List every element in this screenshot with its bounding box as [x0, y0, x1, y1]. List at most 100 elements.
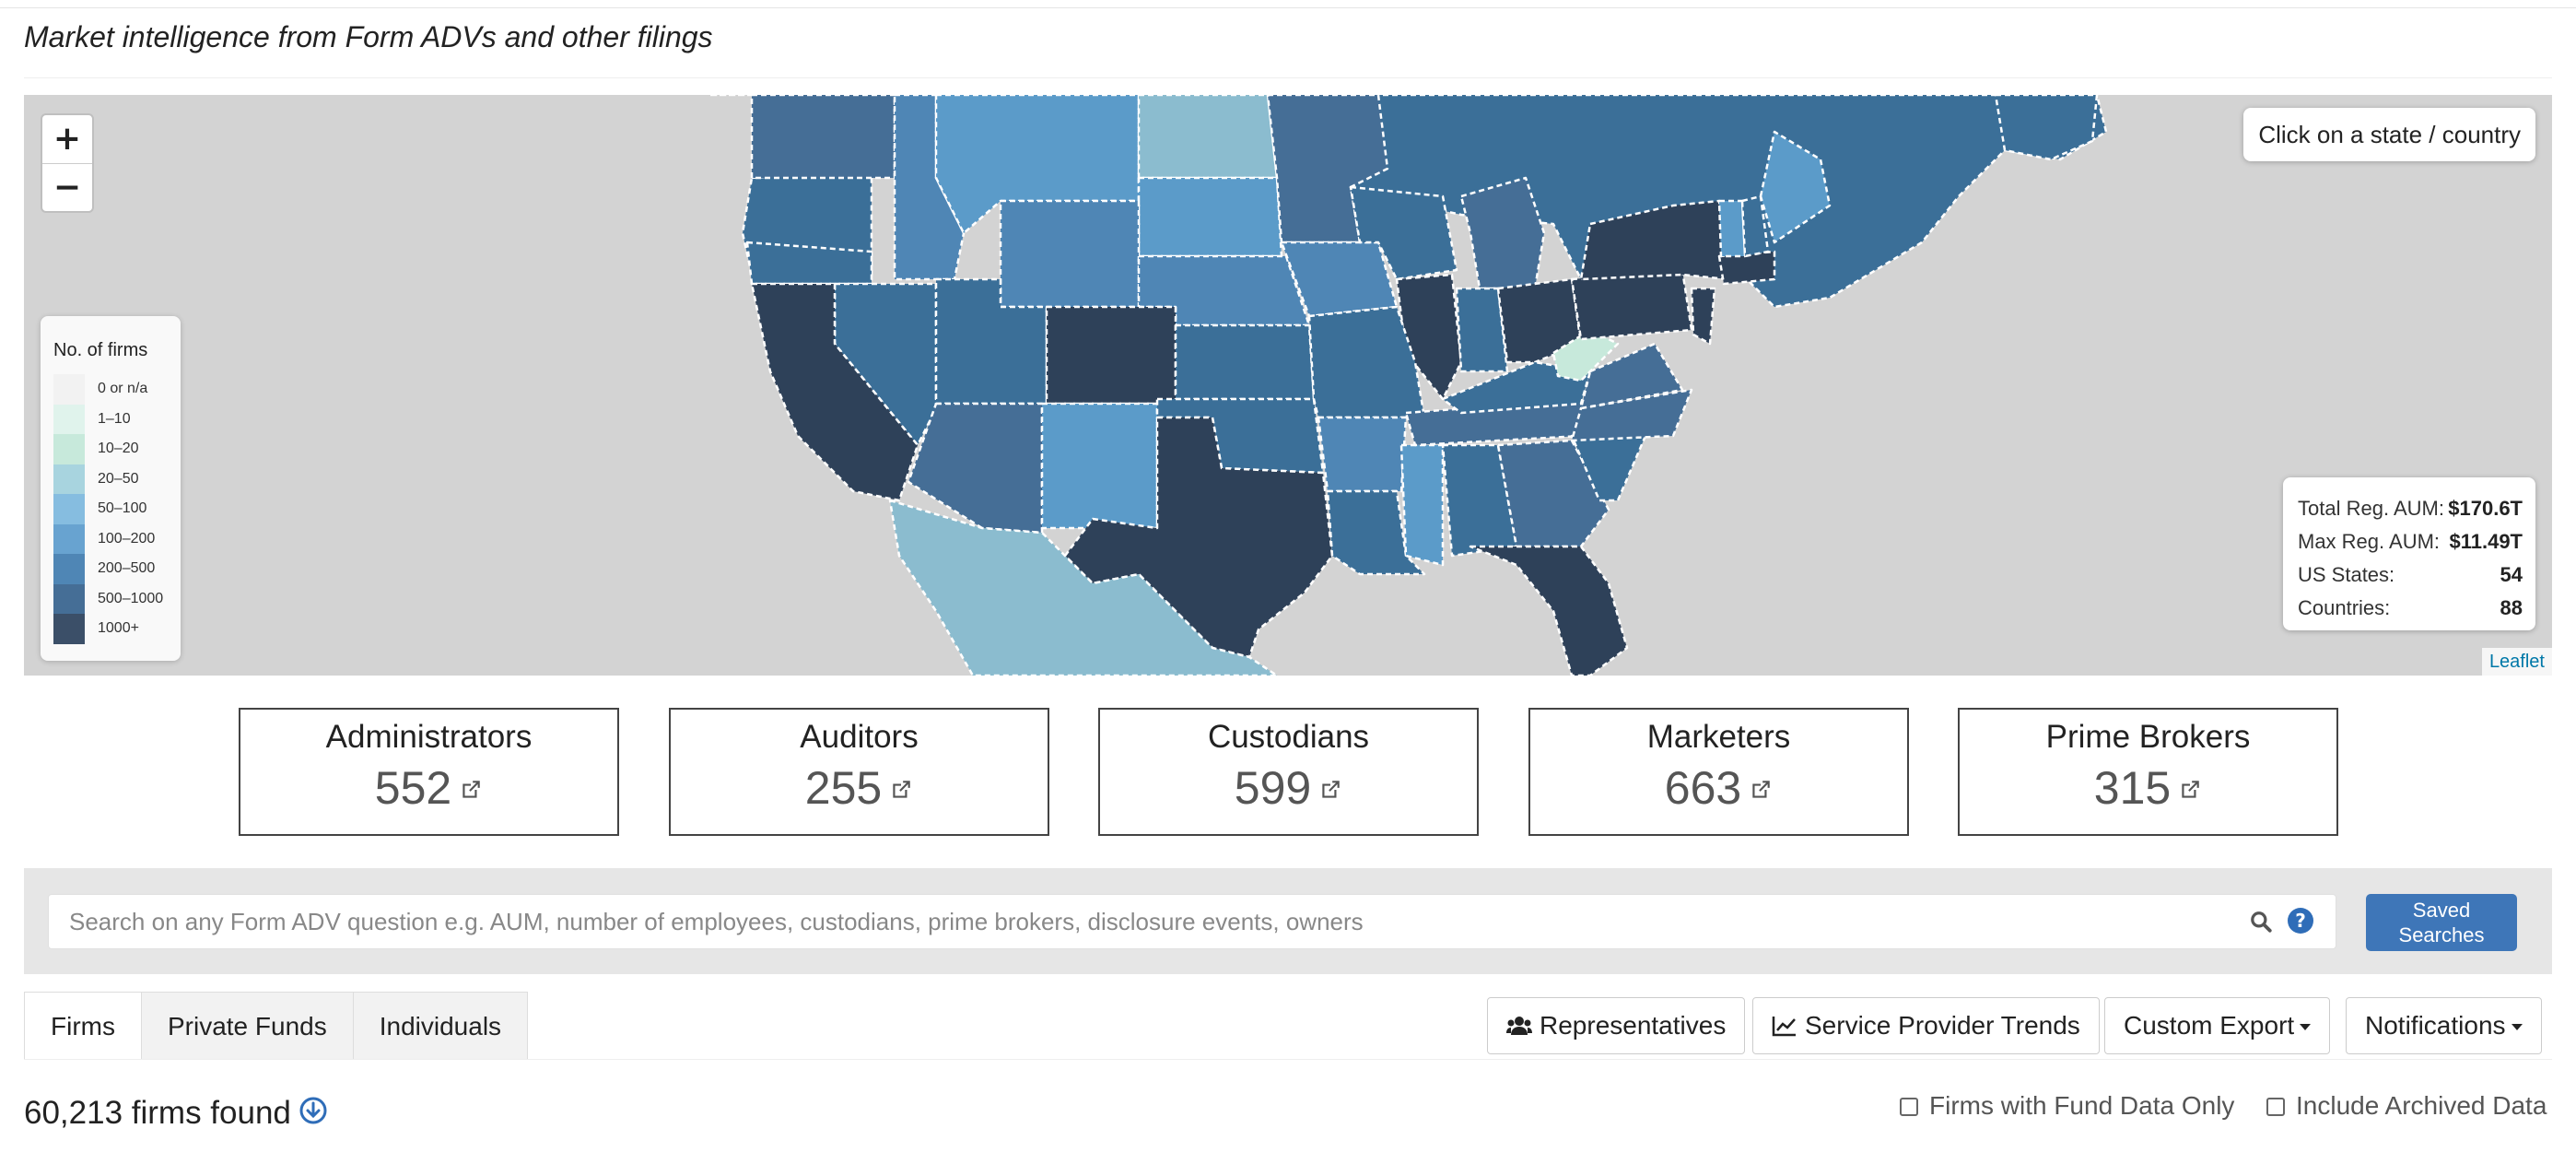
external-link-icon[interactable]: [2178, 778, 2202, 802]
search-icon[interactable]: [2249, 910, 2273, 934]
card-title: Administrators: [325, 719, 533, 755]
card-auditors[interactable]: Auditors 255: [669, 708, 1049, 836]
map-geography: [708, 95, 2108, 676]
tab-divider: [24, 1059, 2552, 1060]
card-administrators[interactable]: Administrators 552: [239, 708, 619, 836]
state-north-dakota[interactable]: [1137, 95, 1279, 180]
tab-firms[interactable]: Firms: [24, 992, 142, 1060]
legend-swatch: [53, 583, 85, 614]
leaflet-attribution-link[interactable]: Leaflet: [2481, 648, 2552, 676]
notifications-dropdown[interactable]: Notifications: [2346, 997, 2542, 1054]
stat-row: Total Reg. AUM: $170.6T: [2298, 492, 2523, 525]
legend-label: 10–20: [98, 441, 139, 457]
stat-label: US States:: [2298, 563, 2395, 586]
legend-row: 20–50: [53, 464, 181, 494]
line-chart-icon: [1772, 1017, 1796, 1037]
include-archived-checkbox[interactable]: Include Archived Data: [2266, 1089, 2547, 1123]
map-stats-panel: Total Reg. AUM: $170.6T Max Reg. AUM: $11.…: [2283, 477, 2535, 630]
representatives-label: Representatives: [1540, 1011, 1727, 1040]
card-custodians[interactable]: Custodians 599: [1098, 708, 1479, 836]
search-bar: Search on any Form ADV question e.g. AUM…: [24, 868, 2552, 974]
legend-swatch: [53, 434, 85, 464]
representatives-button[interactable]: Representatives: [1487, 997, 1746, 1054]
saved-searches-label: Searches: [2398, 923, 2485, 946]
state-colorado[interactable]: [1045, 305, 1177, 406]
card-value: 255: [804, 762, 883, 814]
tab-private-funds[interactable]: Private Funds: [141, 992, 354, 1060]
stat-value: 88: [2500, 596, 2523, 619]
card-value-row: 255: [671, 761, 1048, 815]
state-new-jersey[interactable]: [1690, 287, 1716, 346]
card-value: 552: [374, 762, 452, 814]
card-value-row: 552: [240, 761, 617, 815]
custom-export-dropdown[interactable]: Custom Export: [2104, 997, 2331, 1054]
card-marketers[interactable]: Marketers 663: [1528, 708, 1909, 836]
stat-row: US States: 54: [2298, 558, 2523, 592]
help-icon[interactable]: ?: [2288, 908, 2313, 934]
external-link-icon[interactable]: [1749, 778, 1773, 802]
legend-swatch: [53, 614, 85, 644]
state-florida[interactable]: [1469, 545, 1629, 676]
stat-value: $170.6T: [2448, 497, 2523, 520]
trends-label: Service Provider Trends: [1805, 1011, 2080, 1040]
zoom-out-button[interactable]: −: [42, 163, 92, 211]
state-pennsylvania[interactable]: [1570, 268, 1693, 341]
choropleth-map[interactable]: + − Click on a state / country No. of fi…: [24, 95, 2552, 676]
legend-row: 1000+: [53, 614, 181, 644]
state-arkansas[interactable]: [1317, 416, 1408, 493]
users-icon: [1506, 1017, 1532, 1035]
checkbox-label: Include Archived Data: [2296, 1091, 2547, 1120]
legend-label: 20–50: [98, 470, 139, 487]
external-link-icon[interactable]: [889, 778, 913, 802]
state-michigan[interactable]: [1459, 176, 1546, 290]
card-value: 663: [1664, 762, 1742, 814]
download-icon[interactable]: [299, 1096, 328, 1125]
stat-value: $11.49T: [2449, 530, 2523, 553]
legend-swatch: [53, 464, 85, 494]
checkbox-box[interactable]: [2266, 1098, 2285, 1116]
state-mississippi[interactable]: [1399, 443, 1445, 567]
tab-individuals[interactable]: Individuals: [353, 992, 529, 1060]
checkbox-label: Firms with Fund Data Only: [1929, 1091, 2235, 1120]
page-subtitle: Market intelligence from Form ADVs and o…: [24, 20, 713, 53]
fund-data-only-checkbox[interactable]: Firms with Fund Data Only: [1900, 1089, 2234, 1123]
service-provider-trends-button[interactable]: Service Provider Trends: [1752, 997, 2100, 1054]
state-south-dakota[interactable]: [1137, 176, 1283, 258]
legend-title: No. of firms: [53, 340, 148, 360]
search-input[interactable]: Search on any Form ADV question e.g. AUM…: [48, 894, 2336, 949]
state-washington-top[interactable]: [750, 95, 896, 180]
state-new-mexico[interactable]: [1040, 402, 1159, 530]
card-title: Auditors: [800, 719, 919, 755]
region-canada-east[interactable]: [1994, 95, 2099, 161]
legend-row: 100–200: [53, 523, 181, 554]
legend-swatch: [53, 374, 85, 405]
legend-label: 1–10: [98, 410, 131, 427]
map-hint: Click on a state / country: [2243, 108, 2535, 161]
card-value: 599: [1234, 762, 1312, 814]
card-prime-brokers[interactable]: Prime Brokers 315: [1958, 708, 2338, 836]
stat-row: Countries: 88: [2298, 592, 2523, 625]
stat-value: 54: [2500, 563, 2523, 586]
external-link-icon[interactable]: [459, 778, 483, 802]
legend-swatch: [53, 554, 85, 584]
stat-label: Countries:: [2298, 596, 2391, 619]
zoom-in-button[interactable]: +: [42, 115, 92, 163]
card-title: Prime Brokers: [2045, 719, 2251, 755]
caret-down-icon: [2300, 1024, 2312, 1030]
legend-label: 50–100: [98, 500, 147, 517]
legend-label: 0 or n/a: [98, 381, 148, 397]
legend-row: 500–1000: [53, 583, 181, 614]
legend-row: 50–100: [53, 494, 181, 524]
state-vermont[interactable]: [1717, 199, 1747, 258]
external-link-icon[interactable]: [1318, 778, 1342, 802]
result-tabs: Firms Private Funds Individuals: [24, 992, 529, 1060]
notifications-label: Notifications: [2365, 1011, 2506, 1040]
checkbox-box[interactable]: [1900, 1098, 1918, 1116]
results-count: 60,213 firms found: [24, 1095, 328, 1132]
export-label: Custom Export: [2124, 1011, 2295, 1040]
state-kansas[interactable]: [1174, 323, 1316, 401]
card-title: Custodians: [1207, 719, 1370, 755]
state-wyoming[interactable]: [999, 199, 1141, 309]
legend-row: 1–10: [53, 404, 181, 434]
saved-searches-button[interactable]: Saved Searches: [2366, 894, 2517, 951]
